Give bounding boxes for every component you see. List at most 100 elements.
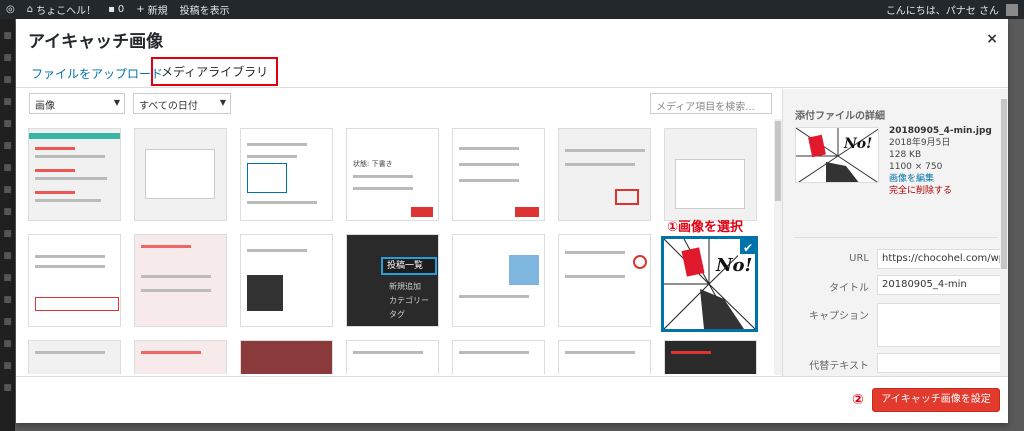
media-thumbnail[interactable] bbox=[240, 128, 333, 221]
media-grid: 状態: 下書き 投稿一覧 新規追加 カテゴリー タグ ①画像を選択 No! ✔ bbox=[28, 128, 770, 374]
media-thumbnail[interactable] bbox=[558, 234, 651, 327]
comment-icon: ▪ bbox=[108, 4, 115, 15]
type-filter-select[interactable]: 画像 ▼ bbox=[29, 93, 125, 114]
site-name: ちょこへル！ bbox=[36, 6, 97, 17]
media-thumbnail[interactable] bbox=[452, 234, 545, 327]
media-thumbnail[interactable] bbox=[240, 234, 333, 327]
scrollbar-thumb[interactable] bbox=[1001, 99, 1007, 269]
thumb-text: タグ bbox=[389, 310, 405, 319]
chevron-down-icon: ▼ bbox=[113, 98, 120, 107]
checkmark-icon[interactable]: ✔ bbox=[738, 239, 755, 256]
menu-icon[interactable]: ■ bbox=[0, 383, 15, 393]
media-thumbnail[interactable] bbox=[452, 340, 545, 374]
title-label: タイトル bbox=[829, 283, 869, 294]
view-post-link[interactable]: 投稿を表示 bbox=[174, 0, 236, 19]
media-thumbnail[interactable] bbox=[28, 234, 121, 327]
media-modal: アイキャッチ画像 × ファイルをアップロード メディアライブラリ 画像 ▼ すべ… bbox=[16, 19, 1008, 423]
set-featured-image-button[interactable]: アイキャッチ画像を設定 bbox=[872, 388, 1000, 412]
media-thumbnail[interactable] bbox=[346, 340, 439, 374]
media-thumbnail[interactable] bbox=[28, 128, 121, 221]
menu-icon[interactable]: ■ bbox=[0, 75, 15, 85]
menu-icon[interactable]: ■ bbox=[0, 207, 15, 217]
alt-text-field[interactable] bbox=[877, 353, 1001, 373]
thumb-text: 状態: 下書き bbox=[353, 160, 393, 168]
attachment-date: 2018年9月5日 bbox=[889, 138, 951, 148]
date-filter-select[interactable]: すべての日付 ▼ bbox=[133, 93, 231, 114]
media-thumbnail[interactable] bbox=[664, 128, 757, 221]
avatar bbox=[1006, 3, 1018, 16]
menu-icon[interactable]: ■ bbox=[0, 273, 15, 283]
media-thumbnail[interactable]: 状態: 下書き bbox=[346, 128, 439, 221]
comments-link[interactable]: ▪ 0 bbox=[102, 0, 130, 19]
delete-permanently-link[interactable]: 完全に削除する bbox=[889, 185, 992, 197]
attachment-meta: 20180905_4-min.jpg 2018年9月5日 128 KB 1100… bbox=[889, 125, 992, 197]
sidebar-scrollbar[interactable] bbox=[1000, 89, 1008, 376]
media-thumbnail[interactable] bbox=[134, 234, 227, 327]
menu-icon[interactable]: ■ bbox=[0, 251, 15, 261]
date-filter-value: すべての日付 bbox=[139, 101, 198, 112]
modal-title: アイキャッチ画像 bbox=[28, 32, 164, 52]
type-filter-value: 画像 bbox=[35, 101, 55, 112]
media-thumbnail[interactable] bbox=[558, 340, 651, 374]
media-thumbnail[interactable] bbox=[28, 340, 121, 374]
new-label: 新規 bbox=[147, 6, 168, 17]
caption-label: キャプション bbox=[809, 311, 869, 322]
home-icon: ⌂ bbox=[26, 4, 34, 15]
selected-media-thumbnail[interactable]: No! ✔ bbox=[661, 236, 758, 332]
title-field[interactable]: 20180905_4-min bbox=[877, 275, 1001, 295]
attachment-details-title: 添付ファイルの詳細 bbox=[795, 111, 885, 122]
divider bbox=[795, 237, 997, 238]
account-menu[interactable]: こんにちは、パナセ さん bbox=[880, 0, 1024, 19]
attachment-filename: 20180905_4-min.jpg bbox=[889, 126, 992, 136]
modal-footer: ② アイキャッチ画像を設定 bbox=[16, 376, 1008, 423]
wordpress-logo-icon[interactable]: ◎ bbox=[0, 0, 21, 19]
comments-count: 0 bbox=[117, 4, 125, 15]
media-search-input[interactable]: メディア項目を検索... bbox=[650, 93, 772, 114]
menu-icon[interactable]: ■ bbox=[0, 97, 15, 107]
menu-icon[interactable]: ■ bbox=[0, 185, 15, 195]
admin-sidebar: ■ ■ ■ ■ ■ ■ ■ ■ ■ ■ ■ ■ ■ ■ ■ ■ ■ bbox=[0, 19, 15, 431]
plus-icon: + bbox=[136, 4, 145, 15]
menu-icon[interactable]: ■ bbox=[0, 53, 15, 63]
menu-icon[interactable]: ■ bbox=[0, 141, 15, 151]
menu-icon[interactable]: ■ bbox=[0, 119, 15, 129]
menu-icon[interactable]: ■ bbox=[0, 163, 15, 173]
step2-annotation: ② bbox=[852, 392, 864, 408]
grid-scrollbar[interactable] bbox=[774, 119, 782, 375]
close-icon[interactable]: × bbox=[986, 31, 998, 47]
tab-media-library[interactable]: メディアライブラリ bbox=[151, 57, 279, 86]
thumb-text: カテゴリー bbox=[389, 296, 429, 305]
media-tabs: ファイルをアップロード メディアライブラリ bbox=[16, 57, 1008, 88]
new-content-link[interactable]: + 新規 bbox=[130, 0, 173, 19]
media-thumbnail[interactable] bbox=[558, 128, 651, 221]
scrollbar-thumb[interactable] bbox=[775, 121, 781, 201]
thumb-text: 新規追加 bbox=[389, 282, 421, 291]
attachment-details: 添付ファイルの詳細 No! 20180905_4-min.jpg 2018年9月… bbox=[782, 89, 1008, 376]
url-field[interactable]: https://chocohel.com/wp-c bbox=[877, 249, 1001, 269]
caption-field[interactable] bbox=[877, 303, 1001, 347]
media-thumbnail[interactable]: 投稿一覧 新規追加 カテゴリー タグ bbox=[346, 234, 439, 327]
admin-bar: ◎ ⌂ ちょこへル！ ▪ 0 + 新規 投稿を表示 こんにちは、パナセ さん bbox=[0, 0, 1024, 19]
attachment-dimensions: 1100 × 750 bbox=[889, 162, 943, 172]
menu-icon[interactable]: ■ bbox=[0, 229, 15, 239]
media-thumbnail[interactable] bbox=[240, 340, 333, 374]
media-thumbnail[interactable] bbox=[134, 340, 227, 374]
alt-text-label: 代替テキスト bbox=[809, 361, 869, 372]
tab-upload[interactable]: ファイルをアップロード bbox=[26, 63, 168, 84]
menu-icon[interactable]: ■ bbox=[0, 339, 15, 349]
menu-icon[interactable]: ■ bbox=[0, 317, 15, 327]
attachment-filesize: 128 KB bbox=[889, 150, 922, 160]
menu-icon[interactable]: ■ bbox=[0, 295, 15, 305]
media-thumbnail[interactable] bbox=[664, 340, 757, 374]
site-name-link[interactable]: ⌂ ちょこへル！ bbox=[21, 0, 102, 19]
menu-icon[interactable]: ■ bbox=[0, 31, 15, 41]
attachment-thumbnail: No! bbox=[795, 127, 879, 183]
edit-image-link[interactable]: 画像を編集 bbox=[889, 173, 992, 185]
menu-icon[interactable]: ■ bbox=[0, 361, 15, 371]
media-thumbnail[interactable] bbox=[452, 128, 545, 221]
media-thumbnail[interactable] bbox=[134, 128, 227, 221]
media-toolbar: 画像 ▼ すべての日付 ▼ メディア項目を検索... bbox=[16, 89, 782, 119]
no-text: No! bbox=[844, 136, 873, 152]
thumb-text: 投稿一覧 bbox=[381, 257, 437, 275]
chevron-down-icon: ▼ bbox=[219, 98, 226, 107]
